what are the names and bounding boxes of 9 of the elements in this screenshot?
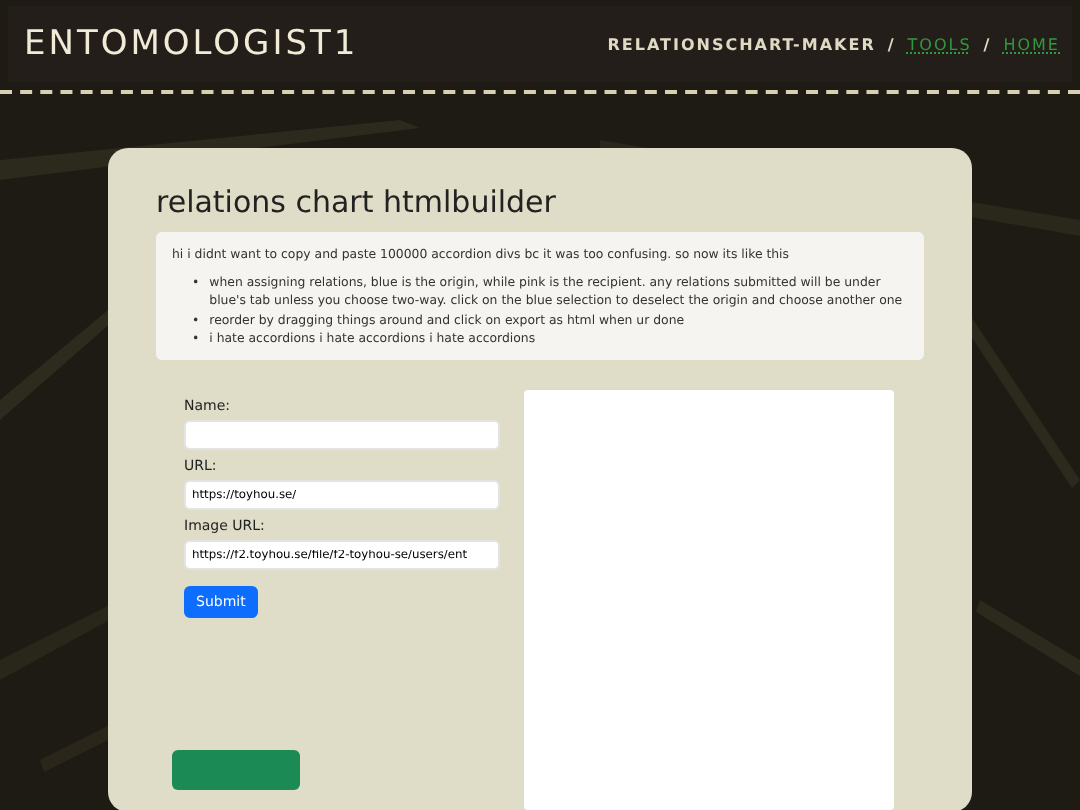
nav-separator: /: [887, 35, 896, 53]
input-field[interactable]: [184, 420, 500, 451]
page-title: relations chart htmlbuilder: [156, 184, 558, 220]
nav-link[interactable]: HOME: [1003, 35, 1060, 53]
site-title: ENTOMOLOGIST1: [24, 24, 359, 64]
nav-current: RELATIONSCHART-MAKER: [607, 35, 876, 53]
nav-separator: /: [983, 35, 992, 53]
export-button[interactable]: [172, 750, 300, 791]
nav-link[interactable]: TOOLS: [907, 35, 972, 53]
